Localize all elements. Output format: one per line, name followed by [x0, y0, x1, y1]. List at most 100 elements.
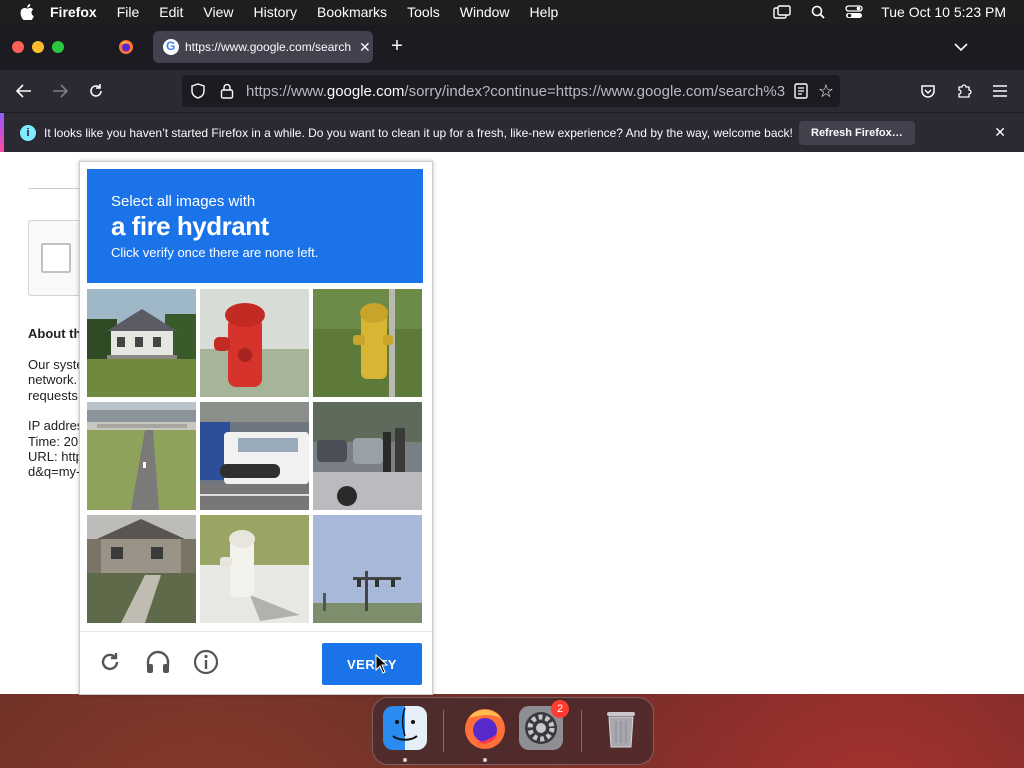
menu-bookmarks[interactable]: Bookmarks	[317, 4, 387, 20]
recaptcha-checkbox[interactable]	[41, 243, 71, 273]
tab-bar: https://www.google.com/search ✕ +	[0, 24, 1024, 70]
dock: 2	[372, 697, 654, 765]
trash-icon	[607, 712, 635, 748]
menu-view[interactable]: View	[203, 4, 233, 20]
bookmark-star-icon[interactable]: ☆	[818, 81, 834, 102]
menu-help[interactable]: Help	[530, 4, 559, 20]
body-line-3: requests	[28, 388, 78, 403]
info-line-url: URL: http	[28, 449, 83, 464]
dock-trash[interactable]	[597, 704, 645, 752]
tile-yellow-hydrant[interactable]	[313, 289, 422, 397]
dock-finder[interactable]	[381, 704, 429, 752]
back-button[interactable]	[12, 79, 36, 103]
dock-separator	[443, 710, 444, 752]
finder-running-indicator	[403, 758, 407, 762]
reload-icon	[90, 84, 102, 97]
tile-red-hydrant[interactable]	[200, 289, 309, 397]
tracking-protection-shield-icon[interactable]	[190, 83, 206, 99]
close-window-button[interactable]	[12, 41, 24, 53]
url-domain: google.com	[326, 82, 405, 100]
list-all-tabs-chevron-icon[interactable]	[950, 36, 972, 58]
info-circle-icon	[193, 649, 219, 675]
notification-accent-bar	[0, 113, 4, 153]
pinned-firefox-tab[interactable]	[110, 32, 142, 62]
screen-mirroring-icon[interactable]	[773, 5, 791, 19]
reload-challenge-button[interactable]	[94, 646, 126, 678]
menu-file[interactable]: File	[117, 4, 140, 20]
notification-close-icon[interactable]: ✕	[994, 124, 1006, 141]
refresh-notification-bar: i It looks like you haven’t started Fire…	[0, 112, 1024, 153]
url-text[interactable]: https://www.google.com/sorry/index?conti…	[246, 83, 786, 100]
reader-view-icon[interactable]	[794, 83, 808, 99]
puzzle-extensions-icon	[958, 84, 972, 98]
body-line-2: network.	[28, 372, 78, 387]
info-icon: i	[20, 125, 36, 141]
info-line-time: Time: 20	[28, 434, 79, 449]
minimize-window-button[interactable]	[32, 41, 44, 53]
body-line-1: Our syste	[28, 357, 84, 372]
tab-google-search[interactable]: https://www.google.com/search ✕	[153, 31, 373, 63]
dock-separator-2	[581, 710, 582, 752]
firefox-icon	[119, 40, 133, 54]
tile-street-people[interactable]	[313, 402, 422, 510]
reload-icon	[101, 653, 119, 671]
control-center-icon[interactable]	[845, 5, 863, 19]
url-path: /sorry/index?continue=https://www.google…	[404, 82, 786, 100]
info-line-ip: IP addres	[28, 418, 84, 433]
dock-firefox[interactable]	[461, 704, 509, 752]
url-bar[interactable]: https://www.google.com/sorry/index?conti…	[182, 75, 840, 107]
tab-close-icon[interactable]: ✕	[359, 39, 371, 56]
spotlight-search-icon[interactable]	[809, 5, 827, 19]
new-tab-button[interactable]: +	[386, 33, 408, 59]
menu-bar: Firefox File Edit View History Bookmarks…	[0, 0, 1024, 24]
tile-white-hydrant[interactable]	[200, 515, 309, 623]
about-heading: About th	[28, 326, 82, 341]
navigation-toolbar: https://www.google.com/sorry/index?conti…	[0, 70, 1024, 112]
tab-title: https://www.google.com/search	[185, 40, 351, 54]
tile-steps-house[interactable]	[87, 515, 196, 623]
challenge-header: Select all images with a fire hydrant Cl…	[87, 169, 423, 283]
pocket-icon	[921, 85, 935, 98]
verify-button[interactable]: VERIFY	[322, 643, 422, 685]
dock-system-settings[interactable]: 2	[517, 700, 569, 752]
notification-badge: 2	[551, 700, 569, 718]
menu-edit[interactable]: Edit	[159, 4, 183, 20]
hamburger-menu-icon	[993, 85, 1007, 97]
tile-bus[interactable]	[200, 402, 309, 510]
pocket-button[interactable]	[916, 79, 940, 103]
image-grid	[87, 289, 425, 625]
help-info-button[interactable]	[190, 646, 222, 678]
audio-challenge-button[interactable]	[142, 646, 174, 678]
menu-tools[interactable]: Tools	[407, 4, 440, 20]
tile-traffic-light[interactable]	[313, 515, 422, 623]
app-menu-button[interactable]	[988, 79, 1012, 103]
menu-history[interactable]: History	[253, 4, 297, 20]
lock-icon[interactable]	[220, 83, 234, 99]
reload-button[interactable]	[84, 79, 108, 103]
refresh-firefox-button[interactable]: Refresh Firefox…	[799, 121, 915, 145]
notification-text: It looks like you haven’t started Firefo…	[44, 126, 793, 140]
info-line-query: d&q=my-	[28, 464, 81, 479]
window-controls	[12, 41, 64, 53]
firefox-running-indicator	[483, 758, 487, 762]
google-favicon-icon	[163, 39, 179, 55]
menubar-clock[interactable]: Tue Oct 10 5:23 PM	[881, 4, 1006, 20]
zoom-window-button[interactable]	[52, 41, 64, 53]
tile-house[interactable]	[87, 289, 196, 397]
extensions-button[interactable]	[952, 79, 976, 103]
challenge-target: a fire hydrant	[111, 211, 269, 241]
firefox-icon	[465, 709, 505, 749]
menu-window[interactable]: Window	[460, 4, 510, 20]
challenge-hint: Click verify once there are none left.	[111, 245, 319, 260]
tile-highway[interactable]	[87, 402, 196, 510]
url-prefix: https://www.	[246, 82, 327, 100]
menu-app-name[interactable]: Firefox	[50, 4, 97, 20]
apple-menu-icon[interactable]	[18, 3, 36, 21]
forward-arrow-icon	[53, 84, 68, 98]
back-arrow-icon	[16, 84, 31, 98]
forward-button[interactable]	[48, 79, 72, 103]
finder-icon	[383, 706, 427, 750]
challenge-instruction: Select all images with	[111, 193, 256, 210]
mouse-pointer-icon	[375, 653, 389, 679]
headphones-icon	[146, 650, 170, 673]
